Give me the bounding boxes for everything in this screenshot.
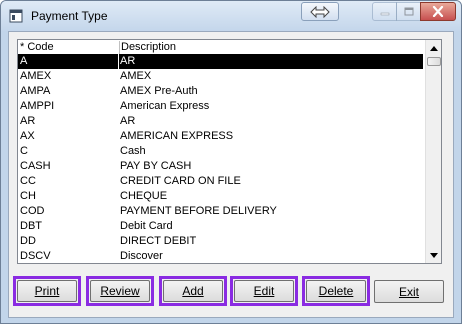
row-code: CH <box>20 190 36 202</box>
delete-button-label: Delete <box>318 284 354 298</box>
row-code: COD <box>20 205 45 217</box>
print-button-label: Print <box>34 284 60 298</box>
edit-button-highlight: Edit <box>230 276 298 306</box>
row-description: DIRECT DEBIT <box>120 235 197 247</box>
list-rows: A AR AMEX AMEX AMPA AMEX Pre-Auth AMPPI America… <box>18 54 423 263</box>
row-description: AMEX Pre-Auth <box>120 85 198 97</box>
close-button[interactable] <box>420 2 456 21</box>
print-button[interactable]: Print <box>17 280 77 302</box>
payment-type-list[interactable]: * Code Description A AR AMEX AMEX AMPA AMEX P… <box>17 39 442 264</box>
list-row[interactable]: C Cash <box>18 144 423 159</box>
restore-button[interactable] <box>301 2 339 21</box>
row-code: AMEX <box>20 70 52 82</box>
scroll-up-button[interactable] <box>426 40 441 56</box>
row-code: C <box>20 145 28 157</box>
window-icon <box>9 9 23 23</box>
row-description: American Express <box>120 100 210 112</box>
review-button[interactable]: Review <box>90 280 150 302</box>
window-title: Payment Type <box>31 9 108 23</box>
list-row[interactable]: AMEX AMEX <box>18 69 423 84</box>
list-row[interactable]: AX AMERICAN EXPRESS <box>18 129 423 144</box>
add-button[interactable]: Add <box>163 280 223 302</box>
column-header-code[interactable]: * Code <box>20 41 54 53</box>
edit-button-label: Edit <box>253 284 275 298</box>
row-description: AR <box>120 115 136 127</box>
minimize-icon <box>380 12 389 15</box>
print-button-highlight: Print <box>13 276 81 306</box>
row-code: A <box>20 55 28 67</box>
row-description: AMERICAN EXPRESS <box>120 130 234 142</box>
review-button-label: Review <box>100 284 140 298</box>
row-code: AX <box>20 130 35 142</box>
column-header-description[interactable]: Description <box>119 41 176 54</box>
list-row[interactable]: DBT Debit Card <box>18 219 423 234</box>
row-code: AR <box>20 115 36 127</box>
list-row[interactable]: DSCV Discover <box>18 249 423 263</box>
scroll-down-arrow-icon <box>430 252 438 258</box>
add-button-highlight: Add <box>159 276 227 306</box>
exit-button[interactable]: Exit <box>374 280 444 303</box>
exit-button-label: Exit <box>398 284 419 299</box>
row-description: AR <box>117 54 136 69</box>
row-description: Debit Card <box>120 220 173 232</box>
list-row[interactable]: AR AR <box>18 114 423 129</box>
title-bar[interactable]: Payment Type <box>1 1 461 31</box>
row-description: AMEX <box>120 70 152 82</box>
delete-button[interactable]: Delete <box>306 280 366 302</box>
scroll-down-button[interactable] <box>426 247 441 263</box>
payment-type-window: Payment Type * Code Description A AR AME… <box>0 0 462 324</box>
row-description: Cash <box>120 145 146 157</box>
row-description: PAYMENT BEFORE DELIVERY <box>120 205 277 217</box>
list-row[interactable]: CASH PAY BY CASH <box>18 159 423 174</box>
edit-button[interactable]: Edit <box>234 280 294 302</box>
minimize-button[interactable] <box>372 2 397 21</box>
maximize-button[interactable] <box>396 2 421 21</box>
double-arrow-icon <box>310 5 330 18</box>
row-code: CASH <box>20 160 51 172</box>
row-code: AMPA <box>20 85 51 97</box>
row-code: DSCV <box>20 250 51 262</box>
list-row[interactable]: CH CHEQUE <box>18 189 423 204</box>
add-button-label: Add <box>182 284 204 298</box>
list-row[interactable]: AMPPI American Express <box>18 99 423 114</box>
list-header: * Code Description <box>18 40 423 54</box>
maximize-icon <box>404 7 413 16</box>
close-icon <box>432 6 444 17</box>
row-description: CREDIT CARD ON FILE <box>120 175 241 187</box>
row-description: CHEQUE <box>120 190 168 202</box>
list-row[interactable]: CC CREDIT CARD ON FILE <box>18 174 423 189</box>
row-code: DD <box>20 235 36 247</box>
delete-button-highlight: Delete <box>302 276 370 306</box>
list-row[interactable]: DD DIRECT DEBIT <box>18 234 423 249</box>
row-description: Discover <box>120 250 163 262</box>
scroll-up-arrow-icon <box>430 45 438 51</box>
row-code: DBT <box>20 220 42 232</box>
dialog-body: * Code Description A AR AMEX AMEX AMPA AMEX P… <box>8 31 454 318</box>
list-row[interactable]: AMPA AMEX Pre-Auth <box>18 84 423 99</box>
list-row[interactable]: COD PAYMENT BEFORE DELIVERY <box>18 204 423 219</box>
row-code: CC <box>20 175 36 187</box>
scrollbar-thumb[interactable] <box>427 57 441 66</box>
row-code: AMPPI <box>20 100 55 112</box>
review-button-highlight: Review <box>86 276 154 306</box>
row-description: PAY BY CASH <box>120 160 192 172</box>
vertical-scrollbar[interactable] <box>425 40 441 263</box>
list-row[interactable]: A AR <box>18 54 423 69</box>
